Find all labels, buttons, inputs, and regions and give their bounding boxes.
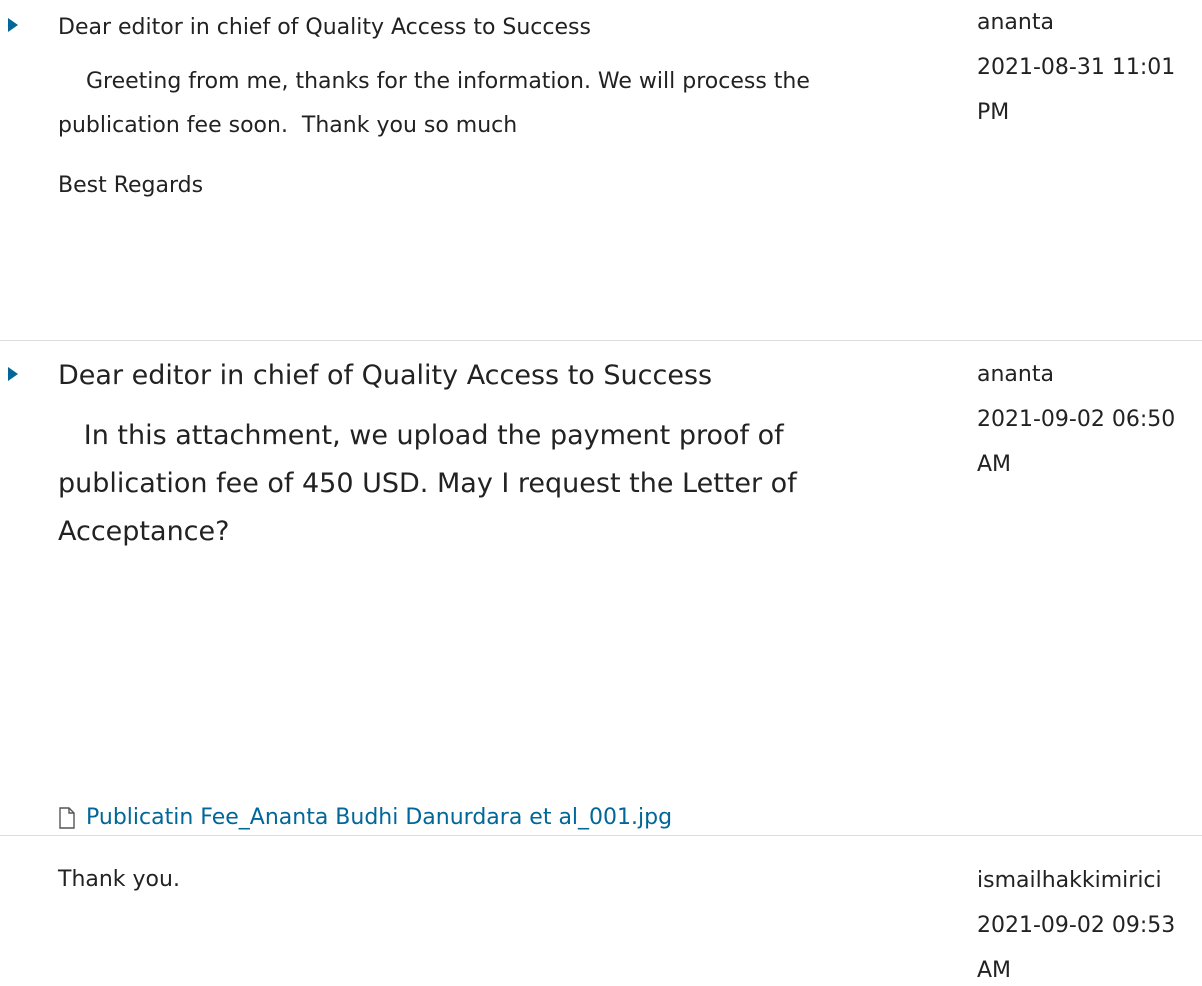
note-closing: Best Regards [58, 173, 204, 198]
note-meta: ananta 2021-09-02 06:50 AM [977, 352, 1202, 487]
note-item: Dear editor in chief of Quality Access t… [0, 341, 1202, 835]
note-item: Thank you. ismailhakkimirici 2021-09-02 … [0, 836, 1202, 986]
note-message: Greeting from me, thanks for the informa… [58, 69, 817, 138]
attachment-link-row: Publicatin Fee_Ananta Budhi Danurdara et… [58, 796, 672, 840]
note-meta: ismailhakkimirici 2021-09-02 09:53 AM [977, 858, 1202, 986]
note-message: In this attachment, we upload the paymen… [58, 420, 806, 547]
note-date: 2021-09-02 09:53 [977, 913, 1176, 938]
note-body: Dear editor in chief of Quality Access t… [58, 6, 928, 208]
attachment-link[interactable]: Publicatin Fee_Ananta Budhi Danurdara et… [86, 796, 672, 840]
note-date: 2021-09-02 06:50 [977, 407, 1176, 432]
note-item: Dear editor in chief of Quality Access t… [0, 0, 1202, 340]
note-meridiem: PM [977, 100, 1010, 125]
note-subject: Dear editor in chief of Quality Access t… [58, 15, 591, 40]
note-subject: Dear editor in chief of Quality Access t… [58, 360, 713, 391]
note-author: ananta [977, 10, 1054, 35]
note-meridiem: AM [977, 452, 1012, 477]
note-body: Dear editor in chief of Quality Access t… [58, 352, 928, 556]
note-date: 2021-08-31 11:01 [977, 55, 1176, 80]
note-message: Thank you. [58, 867, 180, 892]
note-author: ananta [977, 362, 1054, 387]
caret-right-icon[interactable] [8, 367, 18, 381]
file-icon [59, 807, 75, 829]
note-author: ismailhakkimirici [977, 868, 1162, 893]
note-meridiem: AM [977, 958, 1012, 983]
note-body: Thank you. [58, 858, 928, 902]
discussion-thread: Dear editor in chief of Quality Access t… [0, 0, 1202, 986]
caret-right-icon[interactable] [8, 18, 18, 32]
note-meta: ananta 2021-08-31 11:01 PM [977, 0, 1202, 135]
